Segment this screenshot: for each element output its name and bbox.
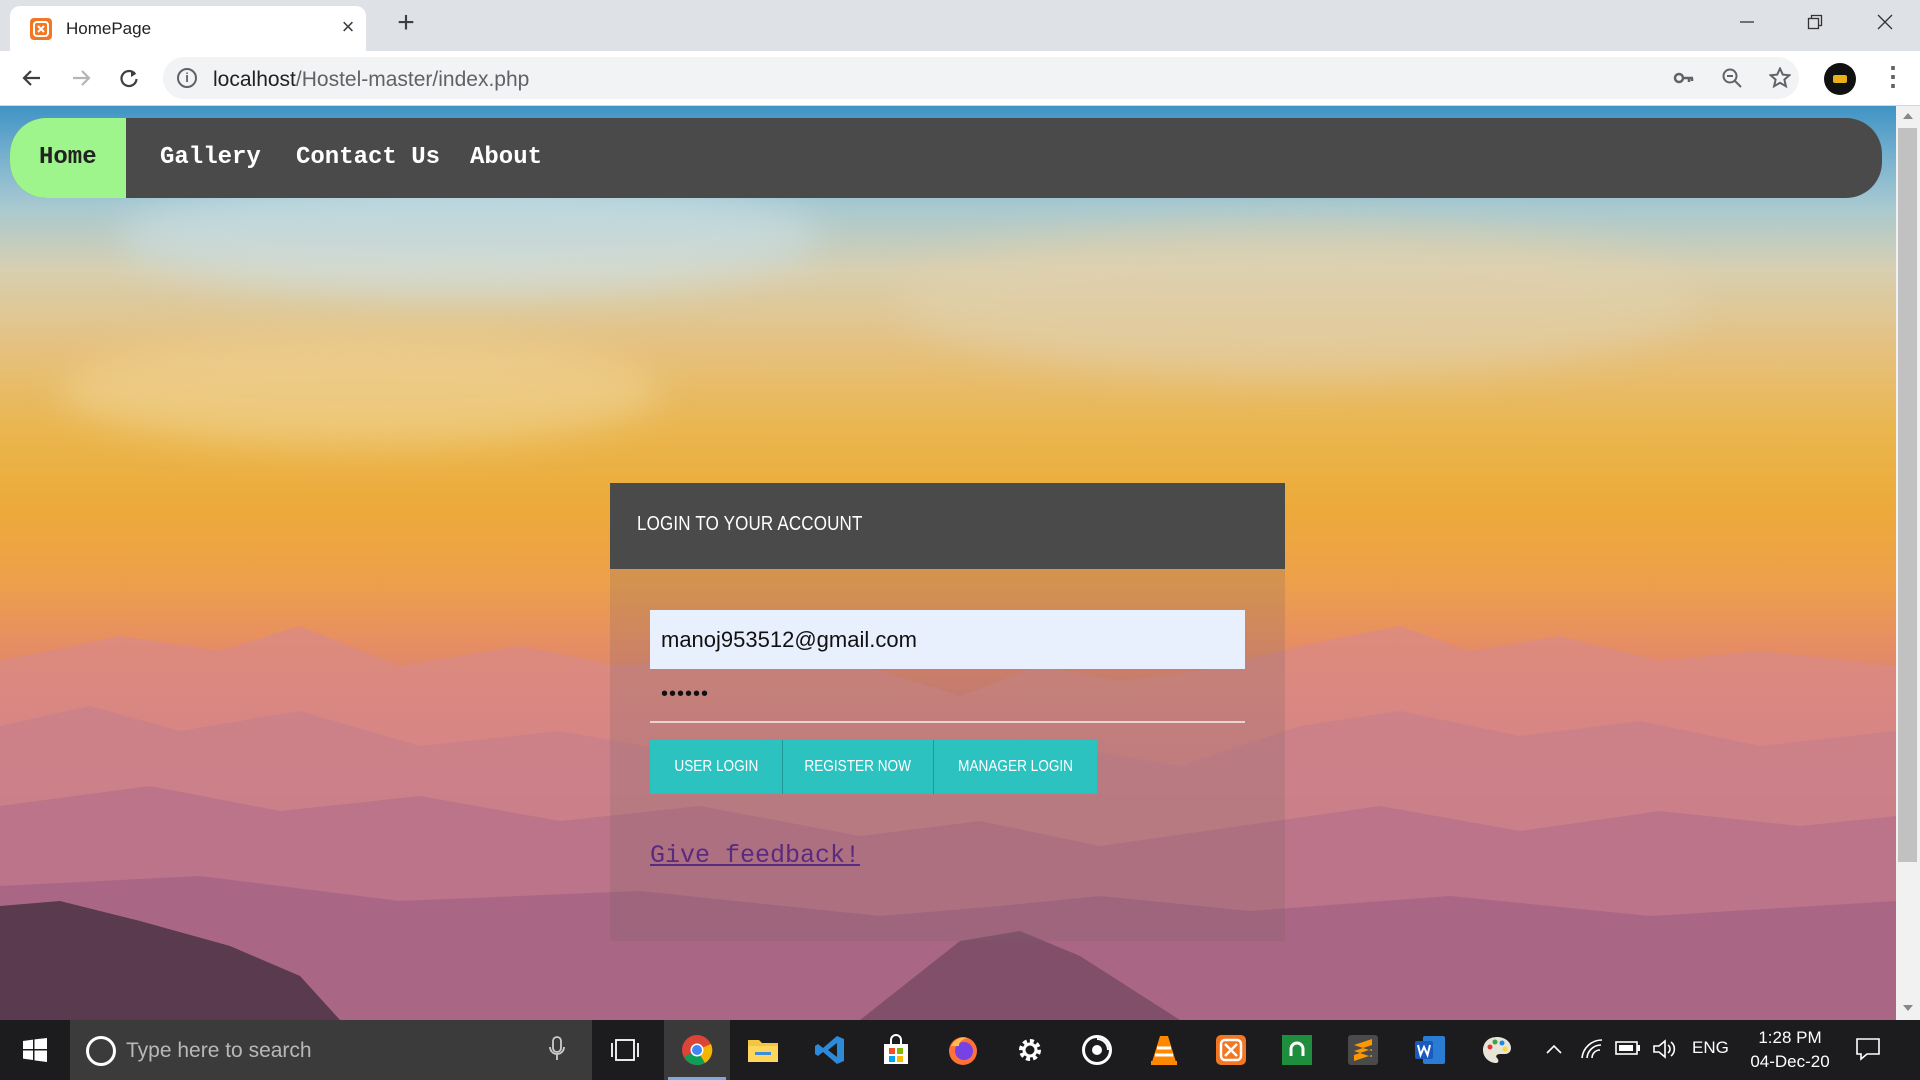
scroll-down-icon[interactable]	[1902, 1002, 1914, 1014]
windows-taskbar: Type here to search ENG 1:28 PM 04-Dec-2…	[0, 1020, 1920, 1080]
cortana-icon	[86, 1036, 116, 1066]
restore-icon[interactable]	[1792, 6, 1838, 36]
microphone-icon[interactable]	[548, 1036, 566, 1062]
profile-avatar[interactable]	[1824, 63, 1856, 95]
zoom-icon[interactable]	[1721, 67, 1743, 89]
start-button[interactable]	[0, 1020, 70, 1080]
file-explorer-icon[interactable]	[730, 1020, 796, 1080]
manager-login-button[interactable]: MANAGER LOGIN	[934, 740, 1097, 794]
battery-icon[interactable]	[1615, 1040, 1641, 1056]
xampp-favicon-icon	[30, 18, 52, 40]
nav-gallery[interactable]: Gallery	[131, 118, 290, 198]
volume-icon[interactable]	[1652, 1038, 1676, 1060]
register-now-button[interactable]: REGISTER NOW	[783, 740, 934, 794]
scroll-up-icon[interactable]	[1902, 110, 1914, 122]
taskbar-clock[interactable]: 1:28 PM 04-Dec-20	[1742, 1026, 1838, 1074]
password-field[interactable]: ••••••	[650, 681, 1245, 723]
reload-icon[interactable]	[114, 63, 144, 93]
media-player-icon[interactable]	[1064, 1020, 1130, 1080]
login-panel: LOGIN TO YOUR ACCOUNT manoj953512@gmail.…	[610, 483, 1285, 941]
site-info-icon[interactable]: i	[177, 68, 197, 88]
tab-close-icon[interactable]: ×	[336, 15, 360, 39]
key-icon[interactable]	[1673, 67, 1695, 89]
login-heading: LOGIN TO YOUR ACCOUNT	[637, 513, 863, 535]
minimize-icon[interactable]	[1724, 6, 1770, 36]
bookmark-star-icon[interactable]	[1768, 66, 1792, 89]
paint-icon[interactable]	[1464, 1020, 1530, 1080]
clock-time: 1:28 PM	[1758, 1028, 1822, 1047]
xampp-taskbar-icon[interactable]	[1198, 1020, 1264, 1080]
nav-home[interactable]: Home	[10, 118, 126, 198]
close-window-icon[interactable]	[1862, 6, 1908, 36]
windows-logo-icon	[23, 1038, 47, 1062]
tray-chevron-up-icon[interactable]	[1545, 1042, 1563, 1056]
search-placeholder: Type here to search	[126, 1039, 312, 1062]
network-icon[interactable]	[1580, 1038, 1604, 1060]
login-header: LOGIN TO YOUR ACCOUNT	[610, 483, 1285, 569]
browser-menu-icon[interactable]: ⋮	[1878, 63, 1908, 93]
green-app-icon[interactable]	[1264, 1020, 1330, 1080]
firefox-icon[interactable]	[930, 1020, 996, 1080]
site-navbar: Home Gallery Contact Us About	[10, 118, 1882, 198]
notifications-icon[interactable]	[1855, 1036, 1881, 1062]
settings-gear-icon[interactable]	[997, 1020, 1063, 1080]
back-icon[interactable]	[17, 63, 47, 93]
browser-toolbar: i localhost/Hostel-master/index.php ⋮	[0, 51, 1920, 106]
tab-title: HomePage	[66, 19, 152, 38]
store-icon[interactable]	[863, 1020, 929, 1080]
forward-icon[interactable]	[66, 63, 96, 93]
language-indicator[interactable]: ENG	[1692, 1038, 1729, 1058]
browser-tabstrip: HomePage × +	[0, 0, 1920, 51]
page-viewport: Home Gallery Contact Us About LOGIN TO Y…	[0, 106, 1896, 1020]
taskbar-search-box[interactable]: Type here to search	[70, 1020, 592, 1080]
vscode-icon[interactable]	[797, 1020, 863, 1080]
scrollbar-thumb[interactable]	[1898, 128, 1917, 862]
nav-contact-us[interactable]: Contact Us	[267, 118, 469, 198]
word-icon[interactable]	[1397, 1020, 1463, 1080]
user-login-button[interactable]: USER LOGIN	[650, 740, 783, 794]
give-feedback-link[interactable]: Give feedback!	[650, 841, 860, 870]
sublime-text-icon[interactable]	[1330, 1020, 1396, 1080]
nav-about[interactable]: About	[441, 118, 571, 198]
address-bar[interactable]: i localhost/Hostel-master/index.php	[163, 57, 1799, 99]
clock-date: 04-Dec-20	[1750, 1052, 1830, 1071]
url-text: localhost/Hostel-master/index.php	[213, 68, 530, 91]
email-field[interactable]: manoj953512@gmail.com	[650, 610, 1245, 669]
chrome-taskbar-icon[interactable]	[664, 1020, 730, 1080]
vlc-icon[interactable]	[1131, 1020, 1197, 1080]
task-view-icon[interactable]	[592, 1020, 658, 1080]
browser-tab[interactable]: HomePage ×	[10, 6, 366, 51]
new-tab-icon[interactable]: +	[392, 8, 420, 38]
